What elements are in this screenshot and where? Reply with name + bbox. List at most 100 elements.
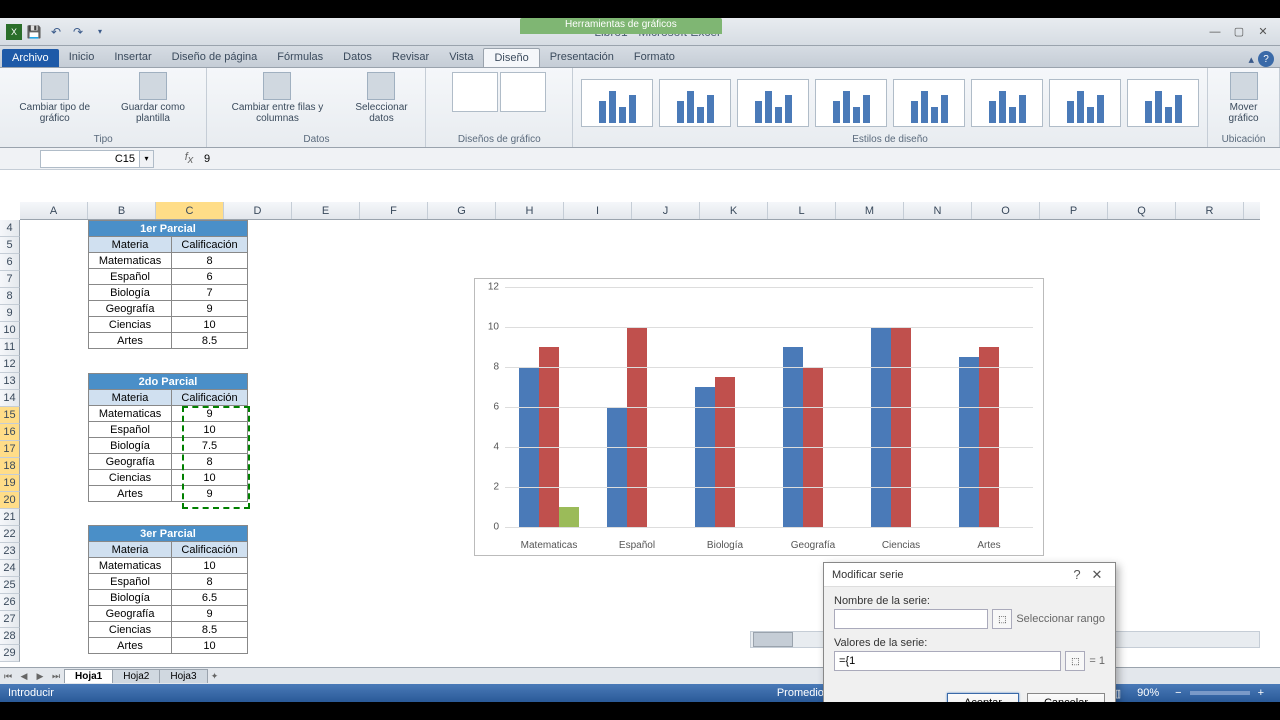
- fx-icon[interactable]: fx: [154, 151, 194, 166]
- table-row[interactable]: Ciencias10: [89, 317, 248, 333]
- column-header[interactable]: J: [632, 202, 700, 219]
- row-header[interactable]: 10: [0, 322, 20, 339]
- table-row[interactable]: Matematicas8: [89, 253, 248, 269]
- chart-bar[interactable]: [695, 387, 715, 527]
- dialog-help-icon[interactable]: ?: [1067, 567, 1087, 582]
- close-icon[interactable]: ✕: [1254, 25, 1272, 39]
- column-header[interactable]: C: [156, 202, 224, 219]
- chart-bar[interactable]: [539, 347, 559, 527]
- row-header[interactable]: 6: [0, 254, 20, 271]
- column-header[interactable]: R: [1176, 202, 1244, 219]
- row-header[interactable]: 7: [0, 271, 20, 288]
- select-data-button[interactable]: Seleccionar datos: [346, 72, 418, 124]
- zoom-in-icon[interactable]: +: [1258, 687, 1264, 699]
- row-header[interactable]: 21: [0, 509, 20, 526]
- table-row[interactable]: Geografía8: [89, 454, 248, 470]
- chart-bar[interactable]: [871, 327, 891, 527]
- series-values-input[interactable]: [834, 651, 1061, 671]
- redo-icon[interactable]: ↷: [68, 22, 88, 42]
- row-header[interactable]: 28: [0, 628, 20, 645]
- column-header[interactable]: O: [972, 202, 1040, 219]
- table-row[interactable]: Artes10: [89, 638, 248, 654]
- chart-style-item[interactable]: [659, 79, 731, 127]
- tab-inicio[interactable]: Inicio: [59, 48, 105, 67]
- sheet-tab[interactable]: Hoja2: [112, 669, 160, 683]
- row-header[interactable]: 9: [0, 305, 20, 322]
- excel-icon[interactable]: X: [6, 24, 22, 40]
- row-header[interactable]: 24: [0, 560, 20, 577]
- move-chart-button[interactable]: Mover gráfico: [1216, 72, 1271, 124]
- tab-insertar[interactable]: Insertar: [104, 48, 161, 67]
- sheet-tab[interactable]: Hoja1: [64, 669, 113, 683]
- column-header[interactable]: P: [1040, 202, 1108, 219]
- chart-bar[interactable]: [715, 377, 735, 527]
- row-header[interactable]: 23: [0, 543, 20, 560]
- minimize-icon[interactable]: —: [1206, 25, 1224, 39]
- maximize-icon[interactable]: ▢: [1230, 25, 1248, 39]
- column-header[interactable]: K: [700, 202, 768, 219]
- chart-bar[interactable]: [979, 347, 999, 527]
- dialog-close-icon[interactable]: ✕: [1087, 567, 1107, 583]
- column-header[interactable]: E: [292, 202, 360, 219]
- row-header[interactable]: 13: [0, 373, 20, 390]
- chart-style-item[interactable]: [1127, 79, 1199, 127]
- row-header[interactable]: 12: [0, 356, 20, 373]
- chart-style-item[interactable]: [1049, 79, 1121, 127]
- save-icon[interactable]: 💾: [24, 22, 44, 42]
- row-header[interactable]: 18: [0, 458, 20, 475]
- tab-formato[interactable]: Formato: [624, 48, 685, 67]
- tab-vista[interactable]: Vista: [439, 48, 483, 67]
- embedded-chart[interactable]: 024681012 MatematicasEspañolBiologíaGeog…: [474, 278, 1044, 556]
- row-header[interactable]: 14: [0, 390, 20, 407]
- switch-row-col-button[interactable]: Cambiar entre filas y columnas: [215, 72, 339, 124]
- chart-bar[interactable]: [891, 327, 911, 527]
- new-sheet-icon[interactable]: ✦: [207, 671, 223, 682]
- row-header[interactable]: 8: [0, 288, 20, 305]
- table-row[interactable]: Español10: [89, 422, 248, 438]
- first-sheet-icon[interactable]: ⏮: [0, 671, 16, 682]
- column-header[interactable]: B: [88, 202, 156, 219]
- name-box[interactable]: C15: [40, 150, 140, 168]
- zoom-level[interactable]: 90%: [1137, 687, 1159, 699]
- row-header[interactable]: 16: [0, 424, 20, 441]
- tab-diseño-de-página[interactable]: Diseño de página: [162, 48, 268, 67]
- table-row[interactable]: Artes8.5: [89, 333, 248, 349]
- file-tab[interactable]: Archivo: [2, 49, 59, 67]
- range-picker-icon[interactable]: ⬚: [1065, 651, 1085, 671]
- table-row[interactable]: Español8: [89, 574, 248, 590]
- save-template-button[interactable]: Guardar como plantilla: [107, 72, 198, 124]
- zoom-slider[interactable]: [1190, 691, 1250, 695]
- column-header[interactable]: N: [904, 202, 972, 219]
- undo-icon[interactable]: ↶: [46, 22, 66, 42]
- cancel-button[interactable]: Cancelar: [1027, 693, 1105, 702]
- chart-bar[interactable]: [627, 327, 647, 527]
- column-header[interactable]: I: [564, 202, 632, 219]
- column-header[interactable]: D: [224, 202, 292, 219]
- table-row[interactable]: Biología7: [89, 285, 248, 301]
- name-box-dropdown-icon[interactable]: ▾: [140, 150, 154, 168]
- tab-presentación[interactable]: Presentación: [540, 48, 624, 67]
- table-row[interactable]: Geografía9: [89, 301, 248, 317]
- chart-bar[interactable]: [607, 407, 627, 527]
- chart-bar[interactable]: [783, 347, 803, 527]
- chart-style-item[interactable]: [581, 79, 653, 127]
- table-row[interactable]: Biología7.5: [89, 438, 248, 454]
- table-row[interactable]: Ciencias8.5: [89, 622, 248, 638]
- row-header[interactable]: 19: [0, 475, 20, 492]
- table-row[interactable]: Ciencias10: [89, 470, 248, 486]
- last-sheet-icon[interactable]: ⏭: [48, 671, 64, 682]
- table-row[interactable]: Geografía9: [89, 606, 248, 622]
- zoom-out-icon[interactable]: −: [1175, 687, 1181, 699]
- column-header[interactable]: G: [428, 202, 496, 219]
- row-header[interactable]: 29: [0, 645, 20, 662]
- row-header[interactable]: 27: [0, 611, 20, 628]
- row-header[interactable]: 17: [0, 441, 20, 458]
- column-header[interactable]: Q: [1108, 202, 1176, 219]
- chart-style-item[interactable]: [893, 79, 965, 127]
- column-header[interactable]: M: [836, 202, 904, 219]
- sheet-tab[interactable]: Hoja3: [159, 669, 207, 683]
- column-header[interactable]: F: [360, 202, 428, 219]
- table-row[interactable]: Artes9: [89, 486, 248, 502]
- column-header[interactable]: L: [768, 202, 836, 219]
- row-header[interactable]: 15: [0, 407, 20, 424]
